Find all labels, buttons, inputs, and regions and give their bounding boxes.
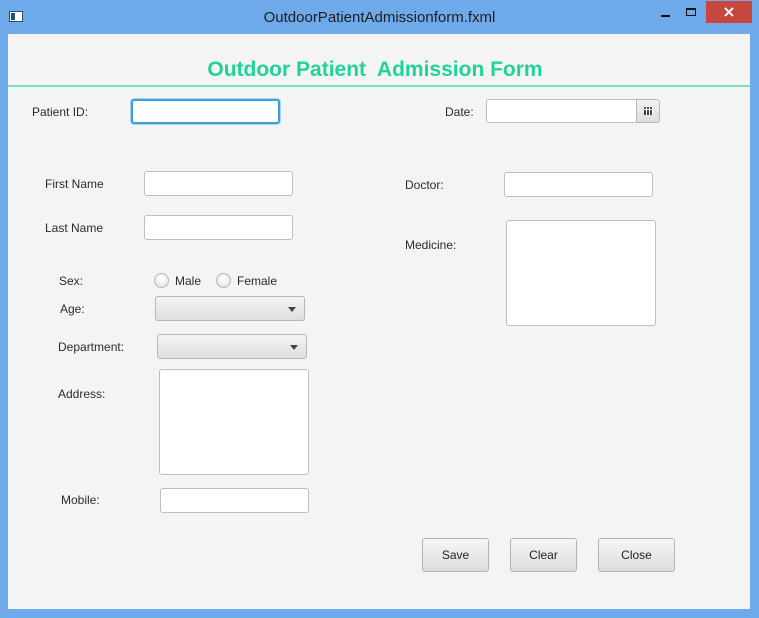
first-name-input[interactable] xyxy=(144,171,293,196)
mobile-label: Mobile: xyxy=(61,493,100,507)
heading-separator xyxy=(8,85,750,87)
female-radio[interactable] xyxy=(216,273,231,288)
date-input[interactable] xyxy=(486,99,637,123)
title-bar[interactable]: OutdoorPatientAdmissionform.fxml × xyxy=(0,0,759,34)
last-name-input[interactable] xyxy=(144,215,293,240)
male-radio[interactable] xyxy=(154,273,169,288)
department-combobox[interactable] xyxy=(157,334,307,359)
close-button[interactable]: Close xyxy=(598,538,675,572)
sex-label: Sex: xyxy=(59,274,84,288)
minimize-icon[interactable] xyxy=(657,2,675,24)
app-window: OutdoorPatientAdmissionform.fxml × Outdo… xyxy=(0,0,759,618)
close-window-button[interactable]: × xyxy=(706,1,752,23)
address-label: Address: xyxy=(58,387,106,401)
medicine-textarea[interactable] xyxy=(506,220,656,326)
form-heading: Outdoor Patient Admission Form xyxy=(207,58,543,81)
window-title: OutdoorPatientAdmissionform.fxml xyxy=(263,9,496,26)
chevron-down-icon xyxy=(290,345,298,350)
calendar-icon xyxy=(644,107,653,115)
save-button[interactable]: Save xyxy=(422,538,489,572)
doctor-label: Doctor: xyxy=(405,178,444,192)
mobile-input[interactable] xyxy=(160,488,309,513)
patient-id-input[interactable] xyxy=(131,99,280,124)
chevron-down-icon xyxy=(288,307,296,312)
last-name-label: Last Name xyxy=(45,221,104,235)
date-label: Date: xyxy=(445,105,474,119)
address-textarea[interactable] xyxy=(159,369,309,475)
department-label: Department: xyxy=(58,340,125,354)
close-icon: × xyxy=(722,2,736,21)
medicine-label: Medicine: xyxy=(405,238,457,252)
date-picker-button[interactable] xyxy=(636,99,660,123)
age-label: Age: xyxy=(60,302,85,316)
age-combobox[interactable] xyxy=(155,296,305,321)
first-name-label: First Name xyxy=(45,177,104,191)
female-radio-label[interactable]: Female xyxy=(237,274,277,288)
patient-id-label: Patient ID: xyxy=(32,105,89,119)
doctor-input[interactable] xyxy=(504,172,653,197)
male-radio-label[interactable]: Male xyxy=(175,274,201,288)
maximize-icon[interactable] xyxy=(683,2,701,24)
form-panel: Outdoor Patient Admission Form Patient I… xyxy=(8,34,750,609)
clear-button[interactable]: Clear xyxy=(510,538,577,572)
